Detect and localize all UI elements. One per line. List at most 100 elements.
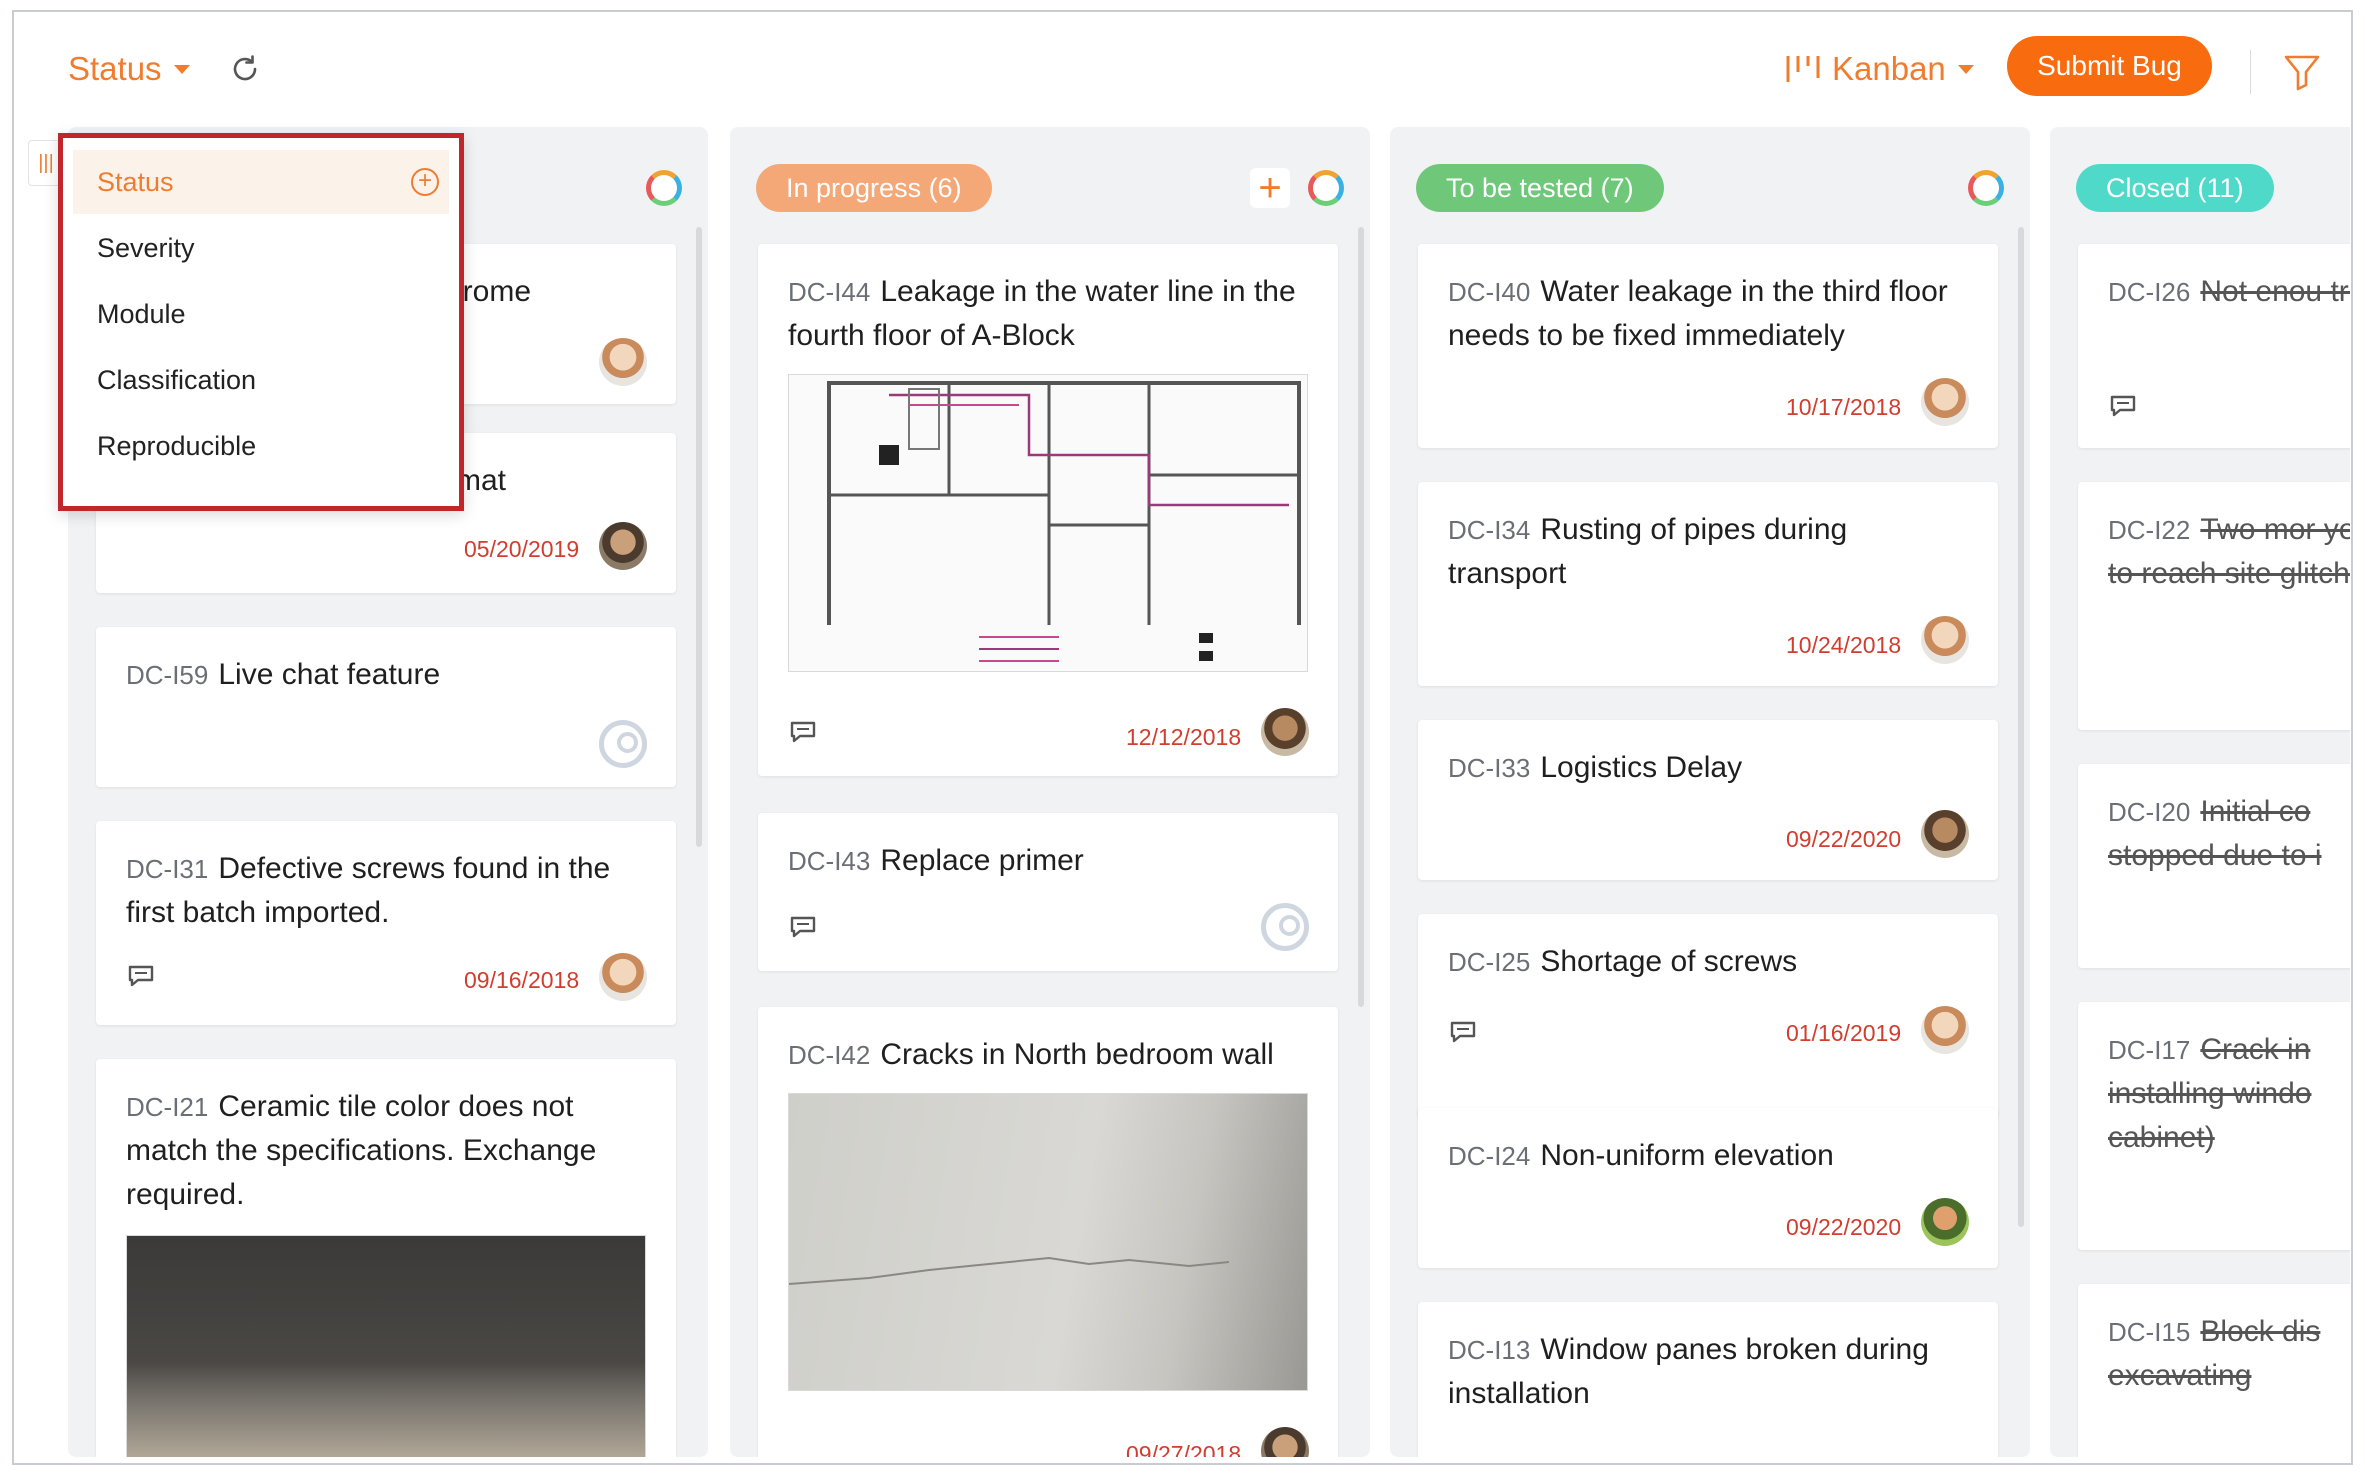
view-label: Kanban <box>1832 50 1946 87</box>
card-id: DC-I22 <box>2108 515 2191 545</box>
comment-icon[interactable] <box>2108 394 2138 418</box>
avatar <box>599 953 647 1001</box>
chevron-down-icon <box>173 64 190 74</box>
card[interactable]: DC-I22 Two mor yet to reach site glitch. <box>2078 482 2350 730</box>
kanban-icon: ||| <box>38 151 54 174</box>
column-header: Closed (11) <box>2076 163 2350 213</box>
menu-item-label: Status <box>97 166 174 197</box>
due-date: 05/20/2019 <box>464 536 580 562</box>
filter-icon[interactable] <box>2282 52 2322 92</box>
add-card-button[interactable]: + <box>1250 168 1290 208</box>
attachment-image[interactable] <box>126 1235 646 1457</box>
comment-icon[interactable] <box>1448 1020 1478 1044</box>
attachment-image[interactable] <box>788 1093 1308 1391</box>
card[interactable]: DC-I31 Defective screws found in the firs… <box>96 821 676 1025</box>
card-title: Replace primer <box>880 844 1084 877</box>
scrollbar[interactable] <box>2018 227 2024 1227</box>
column-header: In progress (6) + <box>756 163 1344 213</box>
attachment-image[interactable] <box>788 374 1308 672</box>
card-id: DC-I34 <box>1448 515 1531 545</box>
card-id: DC-I15 <box>2108 1317 2191 1347</box>
due-date: 09/16/2018 <box>464 967 580 993</box>
due-date: 09/27/2018 <box>1126 1441 1242 1457</box>
status-badge: Closed (11) <box>2076 164 2274 212</box>
status-badge: To be tested (7) <box>1416 164 1664 212</box>
menu-item-label: Reproducible <box>97 430 257 461</box>
menu-item-status[interactable]: Status + <box>73 150 449 214</box>
column-in-progress: In progress (6) + DC-I44 Leakage in the w… <box>730 127 1370 1457</box>
menu-item-severity[interactable]: Severity <box>73 216 449 280</box>
comment-icon[interactable] <box>126 964 156 988</box>
column-closed: Closed (11) DC-I26 Not enou trusses DC-I2… <box>2050 127 2350 1457</box>
kanban-icon <box>1786 56 1820 82</box>
comment-icon[interactable] <box>788 915 818 939</box>
avatar <box>1261 1427 1309 1457</box>
scrollbar[interactable] <box>696 227 702 847</box>
submit-bug-button[interactable]: Submit Bug <box>2007 36 2212 96</box>
card-id: DC-I17 <box>2108 1035 2191 1065</box>
avatar-placeholder <box>599 720 647 768</box>
avatar-placeholder <box>1261 903 1309 951</box>
progress-ring-icon[interactable] <box>646 170 682 206</box>
app-frame: Status Kanban Submit Bug ||| hrome rmat … <box>12 10 2353 1465</box>
card-id: DC-I44 <box>788 277 871 307</box>
card-title: Live chat feature <box>218 658 441 691</box>
menu-item-label: Module <box>97 298 186 329</box>
card-id: DC-I24 <box>1448 1141 1531 1171</box>
menu-item-label: Classification <box>97 364 257 395</box>
card-id: DC-I33 <box>1448 753 1531 783</box>
card[interactable]: DC-I13 Window panes broken during install… <box>1418 1302 1998 1457</box>
card[interactable]: DC-I17 Crack in installing windo cabinet) <box>2078 1002 2350 1250</box>
card-id: DC-I25 <box>1448 947 1531 977</box>
card-title: Not enou trusses <box>2200 275 2350 308</box>
status-badge: In progress (6) <box>756 164 992 212</box>
menu-item-reproducible[interactable]: Reproducible <box>73 414 449 478</box>
menu-item-classification[interactable]: Classification <box>73 348 449 412</box>
card-id: DC-I20 <box>2108 797 2191 827</box>
chevron-down-icon <box>1957 64 1974 74</box>
card[interactable]: DC-I40 Water leakage in the third floor n… <box>1418 244 1998 448</box>
card[interactable]: DC-I20 Initial co stopped due to i <box>2078 764 2350 968</box>
due-date: 10/24/2018 <box>1786 632 1902 658</box>
menu-item-module[interactable]: Module <box>73 282 449 346</box>
avatar <box>1261 708 1309 756</box>
card[interactable]: DC-I21 Ceramic tile color does not match … <box>96 1059 676 1457</box>
progress-ring-icon[interactable] <box>1968 170 2004 206</box>
card[interactable]: DC-I33 Logistics Delay 09/22/2020 <box>1418 720 1998 880</box>
card[interactable]: DC-I59 Live chat feature <box>96 627 676 787</box>
due-date: 09/22/2020 <box>1786 826 1902 852</box>
group-by-dropdown[interactable]: Status <box>68 50 190 88</box>
card-title: Non-uniform elevation <box>1540 1139 1834 1172</box>
crack-drawing <box>789 1256 1230 1285</box>
card[interactable]: DC-I34 Rusting of pipes during transport … <box>1418 482 1998 686</box>
card-title: Cracks in North bedroom wall <box>880 1038 1274 1071</box>
progress-ring-icon[interactable] <box>1308 170 1344 206</box>
refresh-icon[interactable] <box>228 52 262 86</box>
card-id: DC-I43 <box>788 846 871 876</box>
scrollbar[interactable] <box>1358 227 1364 1007</box>
avatar <box>599 522 647 570</box>
group-by-menu: Status + Severity Module Classification … <box>58 133 464 511</box>
card[interactable]: DC-I42 Cracks in North bedroom wall 09/27… <box>758 1007 1338 1457</box>
card[interactable]: DC-I26 Not enou trusses <box>2078 244 2350 448</box>
due-date: 12/12/2018 <box>1126 724 1242 750</box>
due-date: 10/17/2018 <box>1786 394 1902 420</box>
due-date: 09/22/2020 <box>1786 1214 1902 1240</box>
floorplan-drawing <box>789 381 1307 671</box>
due-date: 01/16/2019 <box>1786 1020 1902 1046</box>
card[interactable]: DC-I15 Block dis excavating <box>2078 1284 2350 1457</box>
column-to-be-tested: To be tested (7) DC-I40 Water leakage in … <box>1390 127 2030 1457</box>
avatar <box>1921 810 1969 858</box>
avatar <box>1921 1006 1969 1054</box>
card[interactable]: DC-I43 Replace primer <box>758 813 1338 971</box>
avatar <box>1921 1198 1969 1246</box>
card[interactable]: DC-I25 Shortage of screws 01/16/2019 <box>1418 914 1998 1118</box>
comment-icon[interactable] <box>788 720 818 744</box>
card[interactable]: DC-I44 Leakage in the water line in the f… <box>758 244 1338 776</box>
card-id: DC-I31 <box>126 854 209 884</box>
card-id: DC-I59 <box>126 660 209 690</box>
toolbar-divider <box>2250 50 2251 94</box>
card[interactable]: DC-I24 Non-uniform elevation 09/22/2020 <box>1418 1108 1998 1268</box>
view-switcher[interactable]: Kanban <box>1784 50 1974 88</box>
add-icon[interactable]: + <box>411 168 439 196</box>
